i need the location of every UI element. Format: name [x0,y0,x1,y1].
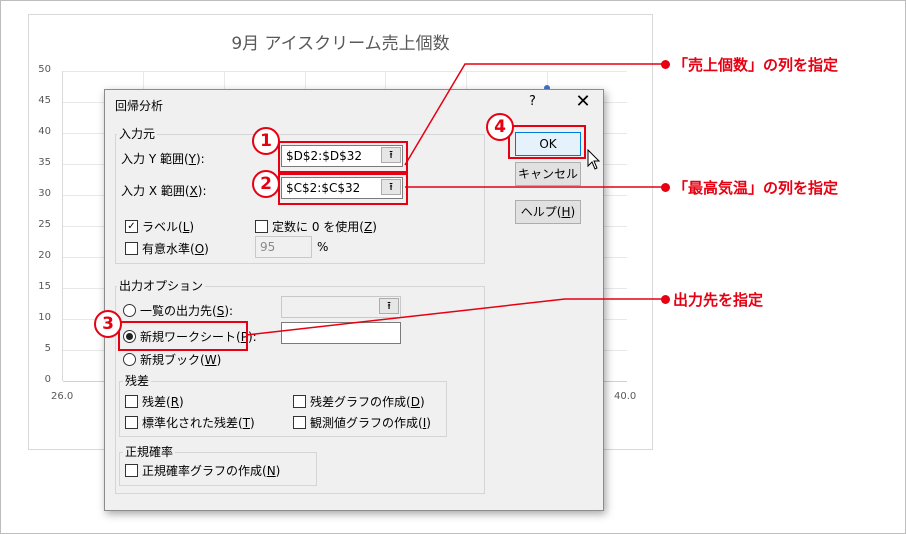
step-2-badge: 2 [252,170,280,198]
callout-lines [245,63,665,336]
callout-x-range: 「最高気温」の列を指定 [673,179,839,197]
new-worksheet-highlight [118,321,248,351]
callout-dot [661,295,670,304]
x-range-highlight [278,173,408,205]
y-range-highlight [278,141,408,173]
step-3-badge: 3 [94,310,122,338]
step-4-badge: 4 [486,113,514,141]
callout-y-range: 「売上個数」の列を指定 [673,56,839,74]
callout-dot [661,60,670,69]
callout-output: 出力先を指定 [673,291,764,309]
step-1-badge: 1 [252,127,280,155]
ok-button-highlight [508,125,586,159]
callout-dot [661,183,670,192]
